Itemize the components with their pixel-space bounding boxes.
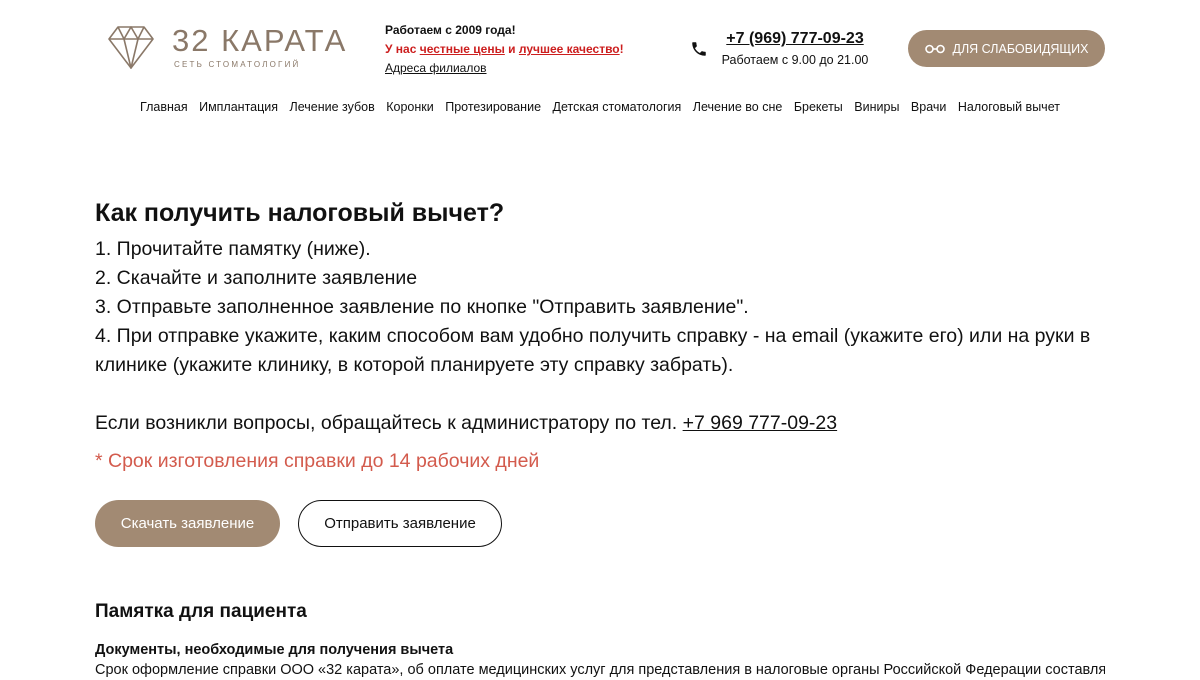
logo-title: 32 КАРАТА xyxy=(172,23,348,58)
site-header: 32 КАРАТА СЕТЬ СТОМАТОЛОГИЙ Работаем с 2… xyxy=(0,0,1200,130)
step-item: 1. Прочитайте памятку (ниже). xyxy=(95,238,371,260)
main-content: Как получить налоговый вычет? 1. Прочита… xyxy=(95,195,1105,476)
addresses-line: Адреса филиалов xyxy=(385,59,624,78)
accessibility-button[interactable]: ДЛЯ СЛАБОВИДЯЩИХ xyxy=(908,30,1105,67)
deadline-note: * Срок изготовления справки до 14 рабочи… xyxy=(95,450,540,472)
patient-memo: Памятка для пациента Документы, необходи… xyxy=(95,598,1105,680)
logo-subtitle: СЕТЬ СТОМАТОЛОГИЙ xyxy=(174,60,301,69)
phone-block: +7 (969) 777-09-23 Работаем с 9.00 до 21… xyxy=(720,28,870,69)
quality-suffix: ! xyxy=(619,42,624,56)
addresses-link[interactable]: Адреса филиалов xyxy=(385,61,487,75)
step-item: 2. Скачайте и заполните заявление xyxy=(95,267,418,289)
since-text: Работаем с 2009 года! xyxy=(385,23,516,37)
glasses-icon xyxy=(924,44,945,53)
nav-item-treatment[interactable]: Лечение зубов xyxy=(290,100,375,114)
memo-title: Памятка для пациента xyxy=(95,601,307,622)
step-item: 3. Отправьте заполненное заявление по кн… xyxy=(95,296,749,318)
diamond-icon xyxy=(108,26,154,69)
nav-item-pediatric[interactable]: Детская стоматология xyxy=(553,100,682,114)
memo-text: Срок оформление справки ООО «32 карата»,… xyxy=(95,662,1105,678)
contact-phone-link[interactable]: +7 969 777-09-23 xyxy=(683,412,838,434)
nav-item-tax-deduction[interactable]: Налоговый вычет xyxy=(958,100,1060,114)
working-hours: Работаем с 9.00 до 21.00 xyxy=(721,53,869,67)
nav-item-main[interactable]: Главная xyxy=(140,100,188,114)
nav-item-implantation[interactable]: Имплантация xyxy=(199,100,278,114)
steps-list: 1. Прочитайте памятку (ниже). 2. Скачайт… xyxy=(95,235,1105,380)
page-title: Как получить налоговый вычет? xyxy=(95,199,505,227)
quality-text: У нас честные цены и лучшее качество! xyxy=(385,40,624,59)
logo[interactable]: 32 КАРАТА СЕТЬ СТОМАТОЛОГИЙ xyxy=(108,24,368,72)
contact-text: Если возникли вопросы, обращайтесь к адм… xyxy=(95,412,683,434)
download-application-button[interactable]: Скачать заявление xyxy=(95,500,280,547)
phone-icon xyxy=(692,42,706,56)
nav-item-sleep-treatment[interactable]: Лечение во сне xyxy=(693,100,783,114)
nav-item-prosthetics[interactable]: Протезирование xyxy=(445,100,541,114)
quality-and: и xyxy=(504,42,519,56)
honest-prices-link[interactable]: честные цены xyxy=(420,42,505,56)
nav-item-veneers[interactable]: Виниры xyxy=(854,100,899,114)
nav-item-crowns[interactable]: Коронки xyxy=(386,100,434,114)
header-info: Работаем с 2009 года! У нас честные цены… xyxy=(385,21,624,78)
main-nav: Главная Имплантация Лечение зубов Коронк… xyxy=(0,100,1200,114)
best-quality-link[interactable]: лучшее качество xyxy=(519,42,620,56)
quality-prefix: У нас xyxy=(385,42,420,56)
send-application-button[interactable]: Отправить заявление xyxy=(298,500,502,547)
action-buttons: Скачать заявление Отправить заявление xyxy=(95,500,502,547)
nav-item-doctors[interactable]: Врачи xyxy=(911,100,946,114)
accessibility-label: ДЛЯ СЛАБОВИДЯЩИХ xyxy=(952,41,1089,56)
contact-line: Если возникли вопросы, обращайтесь к адм… xyxy=(95,409,1105,438)
memo-subtitle: Документы, необходимые для получения выч… xyxy=(95,642,454,658)
nav-item-braces[interactable]: Брекеты xyxy=(794,100,843,114)
step-item: 4. При отправке укажите, каким способом … xyxy=(95,325,1091,376)
header-phone-link[interactable]: +7 (969) 777-09-23 xyxy=(720,28,870,50)
